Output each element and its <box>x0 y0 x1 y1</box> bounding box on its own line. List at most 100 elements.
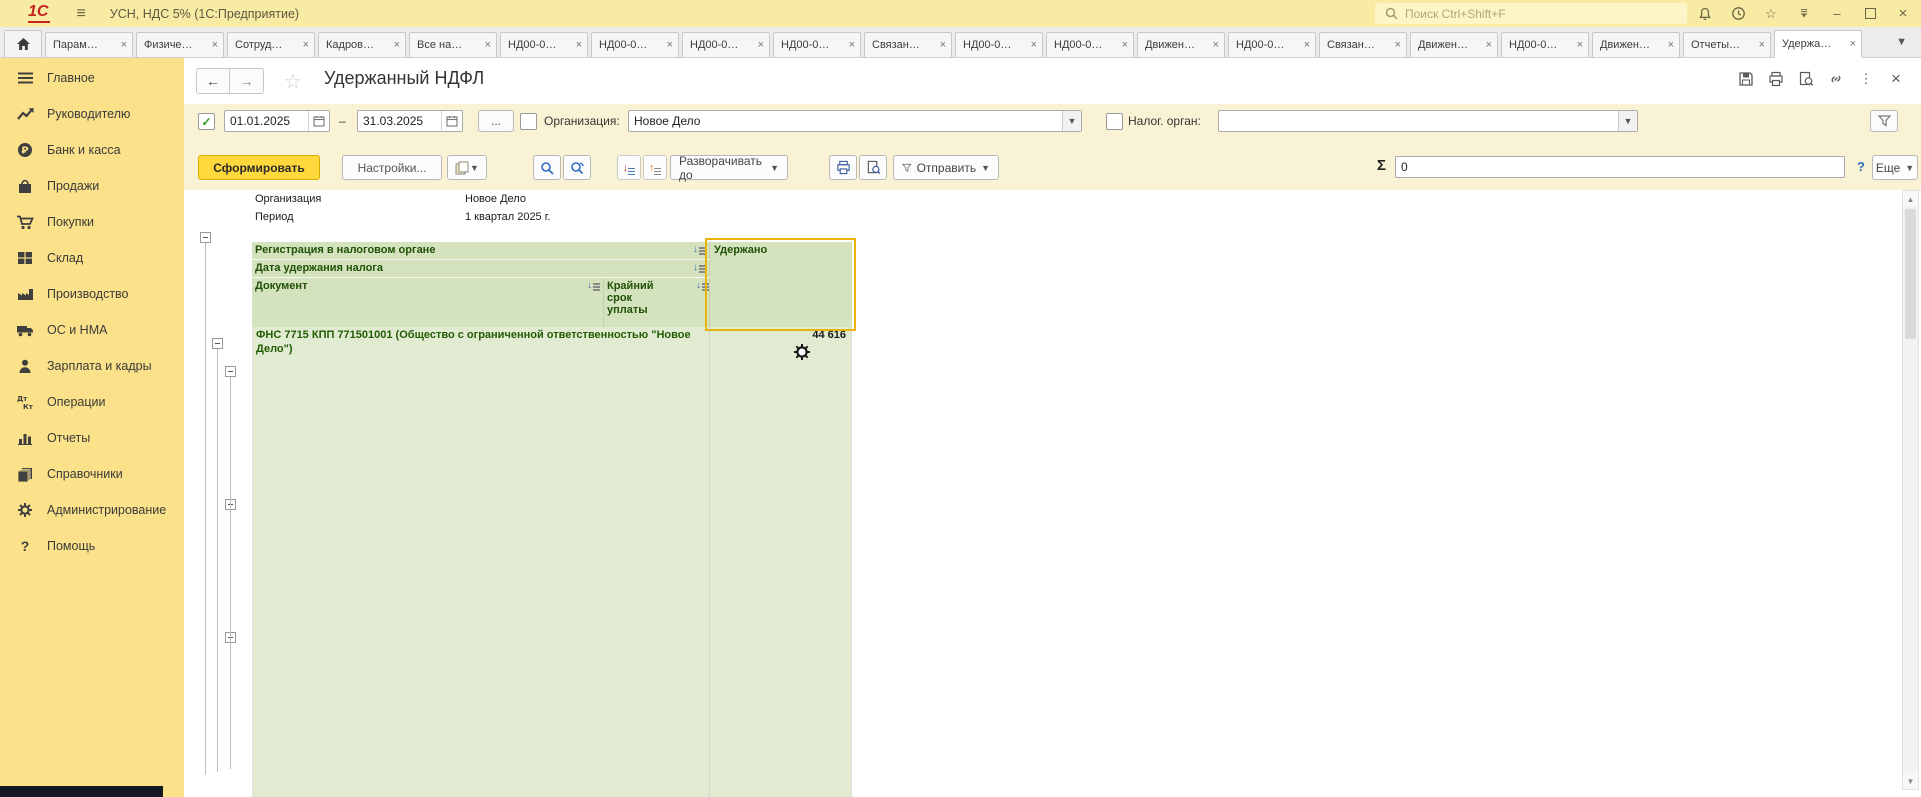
generate-button[interactable]: Сформировать <box>198 155 320 180</box>
sidebar-item-10[interactable]: ДтКтОперации <box>0 384 184 420</box>
save-report-icon[interactable] <box>1737 70 1755 88</box>
collapse-header-button[interactable] <box>200 232 211 243</box>
sidebar-item-13[interactable]: Администрирование <box>0 492 184 528</box>
sidebar-item-11[interactable]: Отчеты <box>0 420 184 456</box>
tab-close-icon[interactable]: × <box>1759 39 1765 51</box>
tab-close-icon[interactable]: × <box>212 39 218 51</box>
tab-close-icon[interactable]: × <box>940 39 946 51</box>
period-variants-button[interactable]: ... <box>478 110 514 132</box>
column-registration[interactable]: Регистрация в налоговом органе ↓ <box>252 242 710 259</box>
tab-close-icon[interactable]: × <box>1122 39 1128 51</box>
favorite-star-icon[interactable]: ☆ <box>284 69 302 94</box>
forward-button[interactable]: → <box>230 68 264 94</box>
tab-close-icon[interactable]: × <box>1486 39 1492 51</box>
scroll-down-icon[interactable]: ▼ <box>1903 773 1918 789</box>
tab-close-icon[interactable]: × <box>1577 39 1583 51</box>
tab-close-icon[interactable]: × <box>667 39 673 51</box>
tab-close-icon[interactable]: × <box>121 39 127 51</box>
collapse-groups-icon[interactable]: ↓ <box>617 155 641 180</box>
sort-icon[interactable]: ↓ <box>693 245 706 255</box>
tab-9[interactable]: НД00-0…× <box>773 32 861 57</box>
tab-close-icon[interactable]: × <box>1850 38 1856 50</box>
sidebar-item-1[interactable]: Главное <box>0 60 184 96</box>
expand-to-button[interactable]: Разворачивать до ▼ <box>670 155 788 180</box>
tab-close-icon[interactable]: × <box>303 39 309 51</box>
period-to-field[interactable]: 31.03.2025 <box>357 110 463 132</box>
preview-toolbar-icon[interactable] <box>859 155 887 180</box>
settings-button[interactable]: Настройки... <box>342 155 442 180</box>
tab-overflow-chevron-icon[interactable]: ▼ <box>1896 36 1907 48</box>
close-window-icon[interactable]: × <box>1895 6 1911 22</box>
tax-authority-checkbox[interactable] <box>1106 113 1123 130</box>
sidebar-item-9[interactable]: Зарплата и кадры <box>0 348 184 384</box>
tab-15[interactable]: Связан…× <box>1319 32 1407 57</box>
tab-6[interactable]: НД00-0…× <box>500 32 588 57</box>
organization-combo[interactable]: Новое Дело ▼ <box>628 110 1082 132</box>
report-variants-icon[interactable]: ▼ <box>447 155 487 180</box>
favorites-star-icon[interactable]: ☆ <box>1763 6 1779 22</box>
org-total-row[interactable]: ФНС 7715 КПП 771501001 (Общество с огран… <box>252 327 852 797</box>
send-button[interactable]: Отправить ▼ <box>893 155 999 180</box>
sidebar-item-2[interactable]: Руководителю <box>0 96 184 132</box>
tab-close-icon[interactable]: × <box>394 39 400 51</box>
tab-close-icon[interactable]: × <box>849 39 855 51</box>
sort-icon[interactable]: ↓ <box>693 263 706 273</box>
tab-close-icon[interactable]: × <box>576 39 582 51</box>
tab-3[interactable]: Сотруд…× <box>227 32 315 57</box>
sidebar-item-8[interactable]: ОС и НМА <box>0 312 184 348</box>
tab-1[interactable]: Парам…× <box>45 32 133 57</box>
tab-close-icon[interactable]: × <box>1213 39 1219 51</box>
sidebar-item-5[interactable]: Покупки <box>0 204 184 240</box>
tab-16[interactable]: Движен…× <box>1410 32 1498 57</box>
calendar-icon[interactable] <box>441 111 462 131</box>
preview-icon[interactable] <box>1797 70 1815 88</box>
period-checkbox[interactable]: ✓ <box>198 113 215 130</box>
tab-close-icon[interactable]: × <box>758 39 764 51</box>
calendar-icon[interactable] <box>308 111 329 131</box>
main-menu-icon[interactable]: ≡ <box>76 6 85 22</box>
organization-checkbox[interactable] <box>520 113 537 130</box>
help-button[interactable]: ? <box>1857 159 1865 174</box>
scroll-up-icon[interactable]: ▲ <box>1903 191 1918 207</box>
more-button[interactable]: Еще ▼ <box>1872 155 1918 180</box>
find-icon[interactable] <box>533 155 561 180</box>
sort-icon[interactable]: ↓ <box>696 281 709 291</box>
chevron-down-icon[interactable]: ▼ <box>1618 111 1637 131</box>
more-kebab-icon[interactable]: ⋮ <box>1857 70 1875 88</box>
scrollbar-thumb[interactable] <box>1905 209 1916 339</box>
filter-settings-button[interactable] <box>1870 110 1898 132</box>
sidebar-item-7[interactable]: Производство <box>0 276 184 312</box>
tab-10[interactable]: Связан…× <box>864 32 952 57</box>
sidebar-item-4[interactable]: Продажи <box>0 168 184 204</box>
sum-field[interactable]: 0 <box>1395 156 1845 178</box>
tab-close-icon[interactable]: × <box>1668 39 1674 51</box>
vertical-scrollbar[interactable]: ▲ ▼ <box>1902 190 1919 790</box>
tab-8[interactable]: НД00-0…× <box>682 32 770 57</box>
home-tab[interactable] <box>4 30 42 57</box>
chevron-down-icon[interactable]: ▼ <box>1062 111 1081 131</box>
tab-7[interactable]: НД00-0…× <box>591 32 679 57</box>
close-form-icon[interactable]: × <box>1887 70 1905 88</box>
period-from-field[interactable]: 01.01.2025 <box>224 110 330 132</box>
collapse-org-button[interactable] <box>212 338 223 349</box>
global-search-input[interactable]: Поиск Ctrl+Shift+F <box>1375 3 1687 24</box>
column-document[interactable]: Документ ↓ <box>252 278 604 327</box>
tab-close-icon[interactable]: × <box>485 39 491 51</box>
collapse-group-button[interactable] <box>225 366 236 377</box>
restore-icon[interactable] <box>1862 6 1878 22</box>
sidebar-item-14[interactable]: ?Помощь <box>0 528 184 564</box>
tab-20[interactable]: Удержа…× <box>1774 30 1862 58</box>
find-next-icon[interactable] <box>563 155 591 180</box>
column-withhold-date[interactable]: Дата удержания налога ↓ <box>252 260 710 277</box>
tab-close-icon[interactable]: × <box>1395 39 1401 51</box>
history-clock-icon[interactable] <box>1730 6 1746 22</box>
notifications-bell-icon[interactable] <box>1697 6 1713 22</box>
tab-2[interactable]: Физиче…× <box>136 32 224 57</box>
minimize-icon[interactable]: – <box>1829 6 1845 22</box>
tab-close-icon[interactable]: × <box>1031 39 1037 51</box>
column-deadline[interactable]: Крайний срок уплаты ↓ <box>604 278 710 327</box>
sidebar-item-6[interactable]: Склад <box>0 240 184 276</box>
service-menu-icon[interactable]: ≡▾ <box>1796 6 1812 22</box>
tab-19[interactable]: Отчеты…× <box>1683 32 1771 57</box>
column-withheld[interactable]: Удержано <box>710 242 852 327</box>
